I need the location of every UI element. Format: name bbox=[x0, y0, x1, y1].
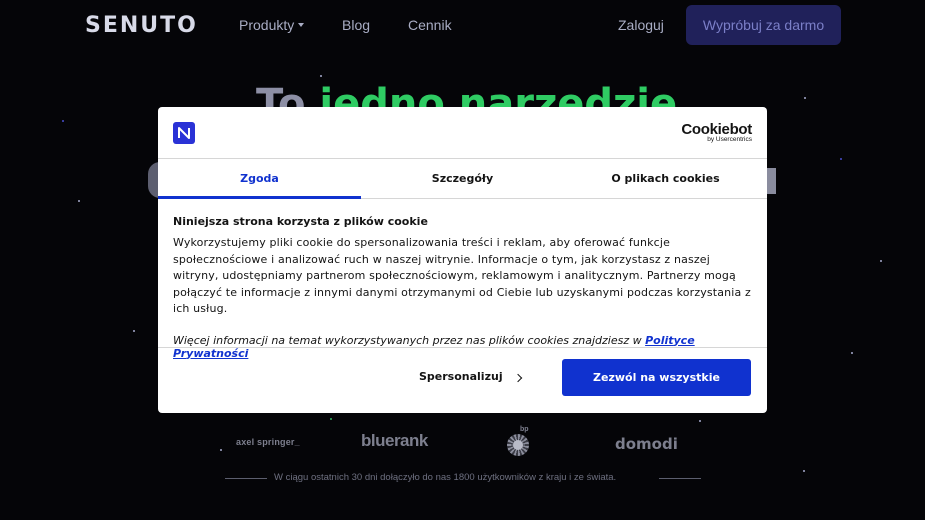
tab-szczegoly[interactable]: Szczegóły bbox=[361, 159, 564, 198]
consent-footer: Spersonalizuj Zezwól na wszystkie bbox=[158, 348, 767, 412]
chevron-right-icon bbox=[513, 373, 522, 382]
dialog-header: Cookiebot by Usercentrics bbox=[158, 107, 767, 159]
consent-title: Niniejsza strona korzysta z plików cooki… bbox=[173, 215, 428, 228]
consent-text: Wykorzystujemy pliki cookie do spersonal… bbox=[173, 236, 751, 315]
personalize-button[interactable]: Spersonalizuj bbox=[419, 370, 522, 383]
more-info-text: Więcej informacji na temat wykorzystywan… bbox=[173, 333, 642, 347]
tab-zgoda[interactable]: Zgoda bbox=[158, 159, 361, 199]
tab-o-plikach-cookies[interactable]: O plikach cookies bbox=[564, 159, 767, 198]
personalize-label: Spersonalizuj bbox=[419, 370, 503, 383]
allow-all-button[interactable]: Zezwól na wszystkie bbox=[562, 359, 751, 396]
consent-tabs: Zgoda Szczegóły O plikach cookies bbox=[158, 159, 767, 199]
cookiebot-logo[interactable]: Cookiebot by Usercentrics bbox=[681, 121, 752, 143]
site-logo-icon bbox=[173, 122, 195, 144]
consent-body: Niniejsza strona korzysta z plików cooki… bbox=[158, 199, 767, 360]
cookie-consent-dialog: Cookiebot by Usercentrics Zgoda Szczegół… bbox=[158, 107, 767, 413]
